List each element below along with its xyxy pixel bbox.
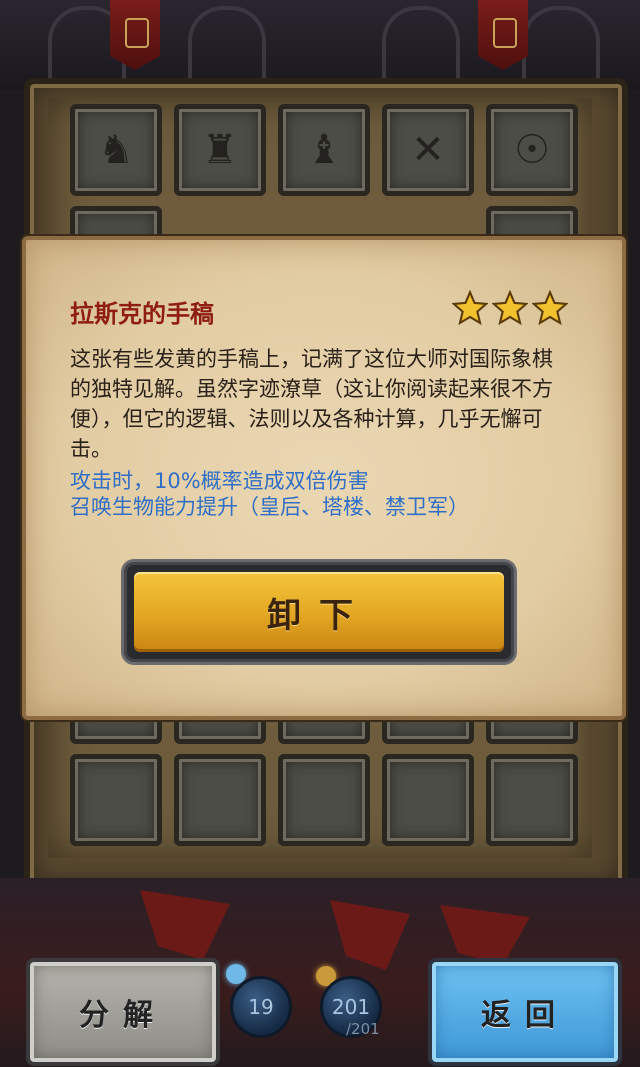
inventory-slot[interactable] [70, 754, 162, 846]
item-title: 拉斯克的手稿 [70, 300, 214, 328]
armor-icon: ♜ [202, 127, 238, 173]
helmet-icon: ♝ [306, 127, 342, 173]
star-icon [452, 290, 488, 326]
item-effect: 召唤生物能力提升（皇后、塔楼、禁卫军） [70, 495, 469, 519]
star-rating [452, 290, 568, 326]
red-banner [110, 0, 160, 70]
item-description: 这张有些发黄的手稿上，记满了这位大师对国际象棋的独特见解。虽然字迹潦草（这让你阅… [70, 347, 553, 461]
equipment-slot-helmet[interactable]: ♞ [70, 104, 162, 196]
item-effect: 攻击时，10%概率造成双倍伤害 [70, 469, 369, 493]
disassemble-button-label: 分解 [79, 998, 167, 1033]
resource-counter: 19 [230, 976, 292, 1038]
item-effects: 攻击时，10%概率造成双倍伤害 召唤生物能力提升（皇后、塔楼、禁卫军） [70, 468, 570, 520]
equipment-slot-crossbow[interactable]: ✕ [382, 104, 474, 196]
disassemble-button[interactable]: 分解 [26, 958, 220, 1066]
back-button-label: 返回 [481, 998, 569, 1033]
resource-count: 19 [248, 995, 274, 1019]
inventory-slot[interactable] [382, 754, 474, 846]
window-arch [382, 6, 460, 80]
unequip-button[interactable]: 卸下 [124, 562, 514, 662]
window-arch [522, 6, 600, 80]
star-icon [492, 290, 528, 326]
equipment-slot-amulet[interactable]: ☉ [486, 104, 578, 196]
unequip-button-face: 卸下 [134, 572, 504, 652]
equipment-slot-weapon[interactable]: ♝ [278, 104, 370, 196]
back-button[interactable]: 返回 [428, 958, 622, 1066]
inventory-slot[interactable] [174, 754, 266, 846]
inventory-slot[interactable] [278, 754, 370, 846]
unequip-button-label: 卸下 [267, 595, 371, 636]
amulet-icon: ☉ [514, 127, 550, 173]
window-arch [188, 6, 266, 80]
equipment-slot-armor[interactable]: ♜ [174, 104, 266, 196]
red-banner [478, 0, 528, 70]
knight-icon: ♞ [98, 127, 134, 173]
inventory-slot[interactable] [486, 754, 578, 846]
crossbow-icon: ✕ [411, 127, 445, 173]
capacity-current: 201 [331, 995, 371, 1019]
star-icon [532, 290, 568, 326]
capacity-max: /201 [346, 1020, 380, 1038]
